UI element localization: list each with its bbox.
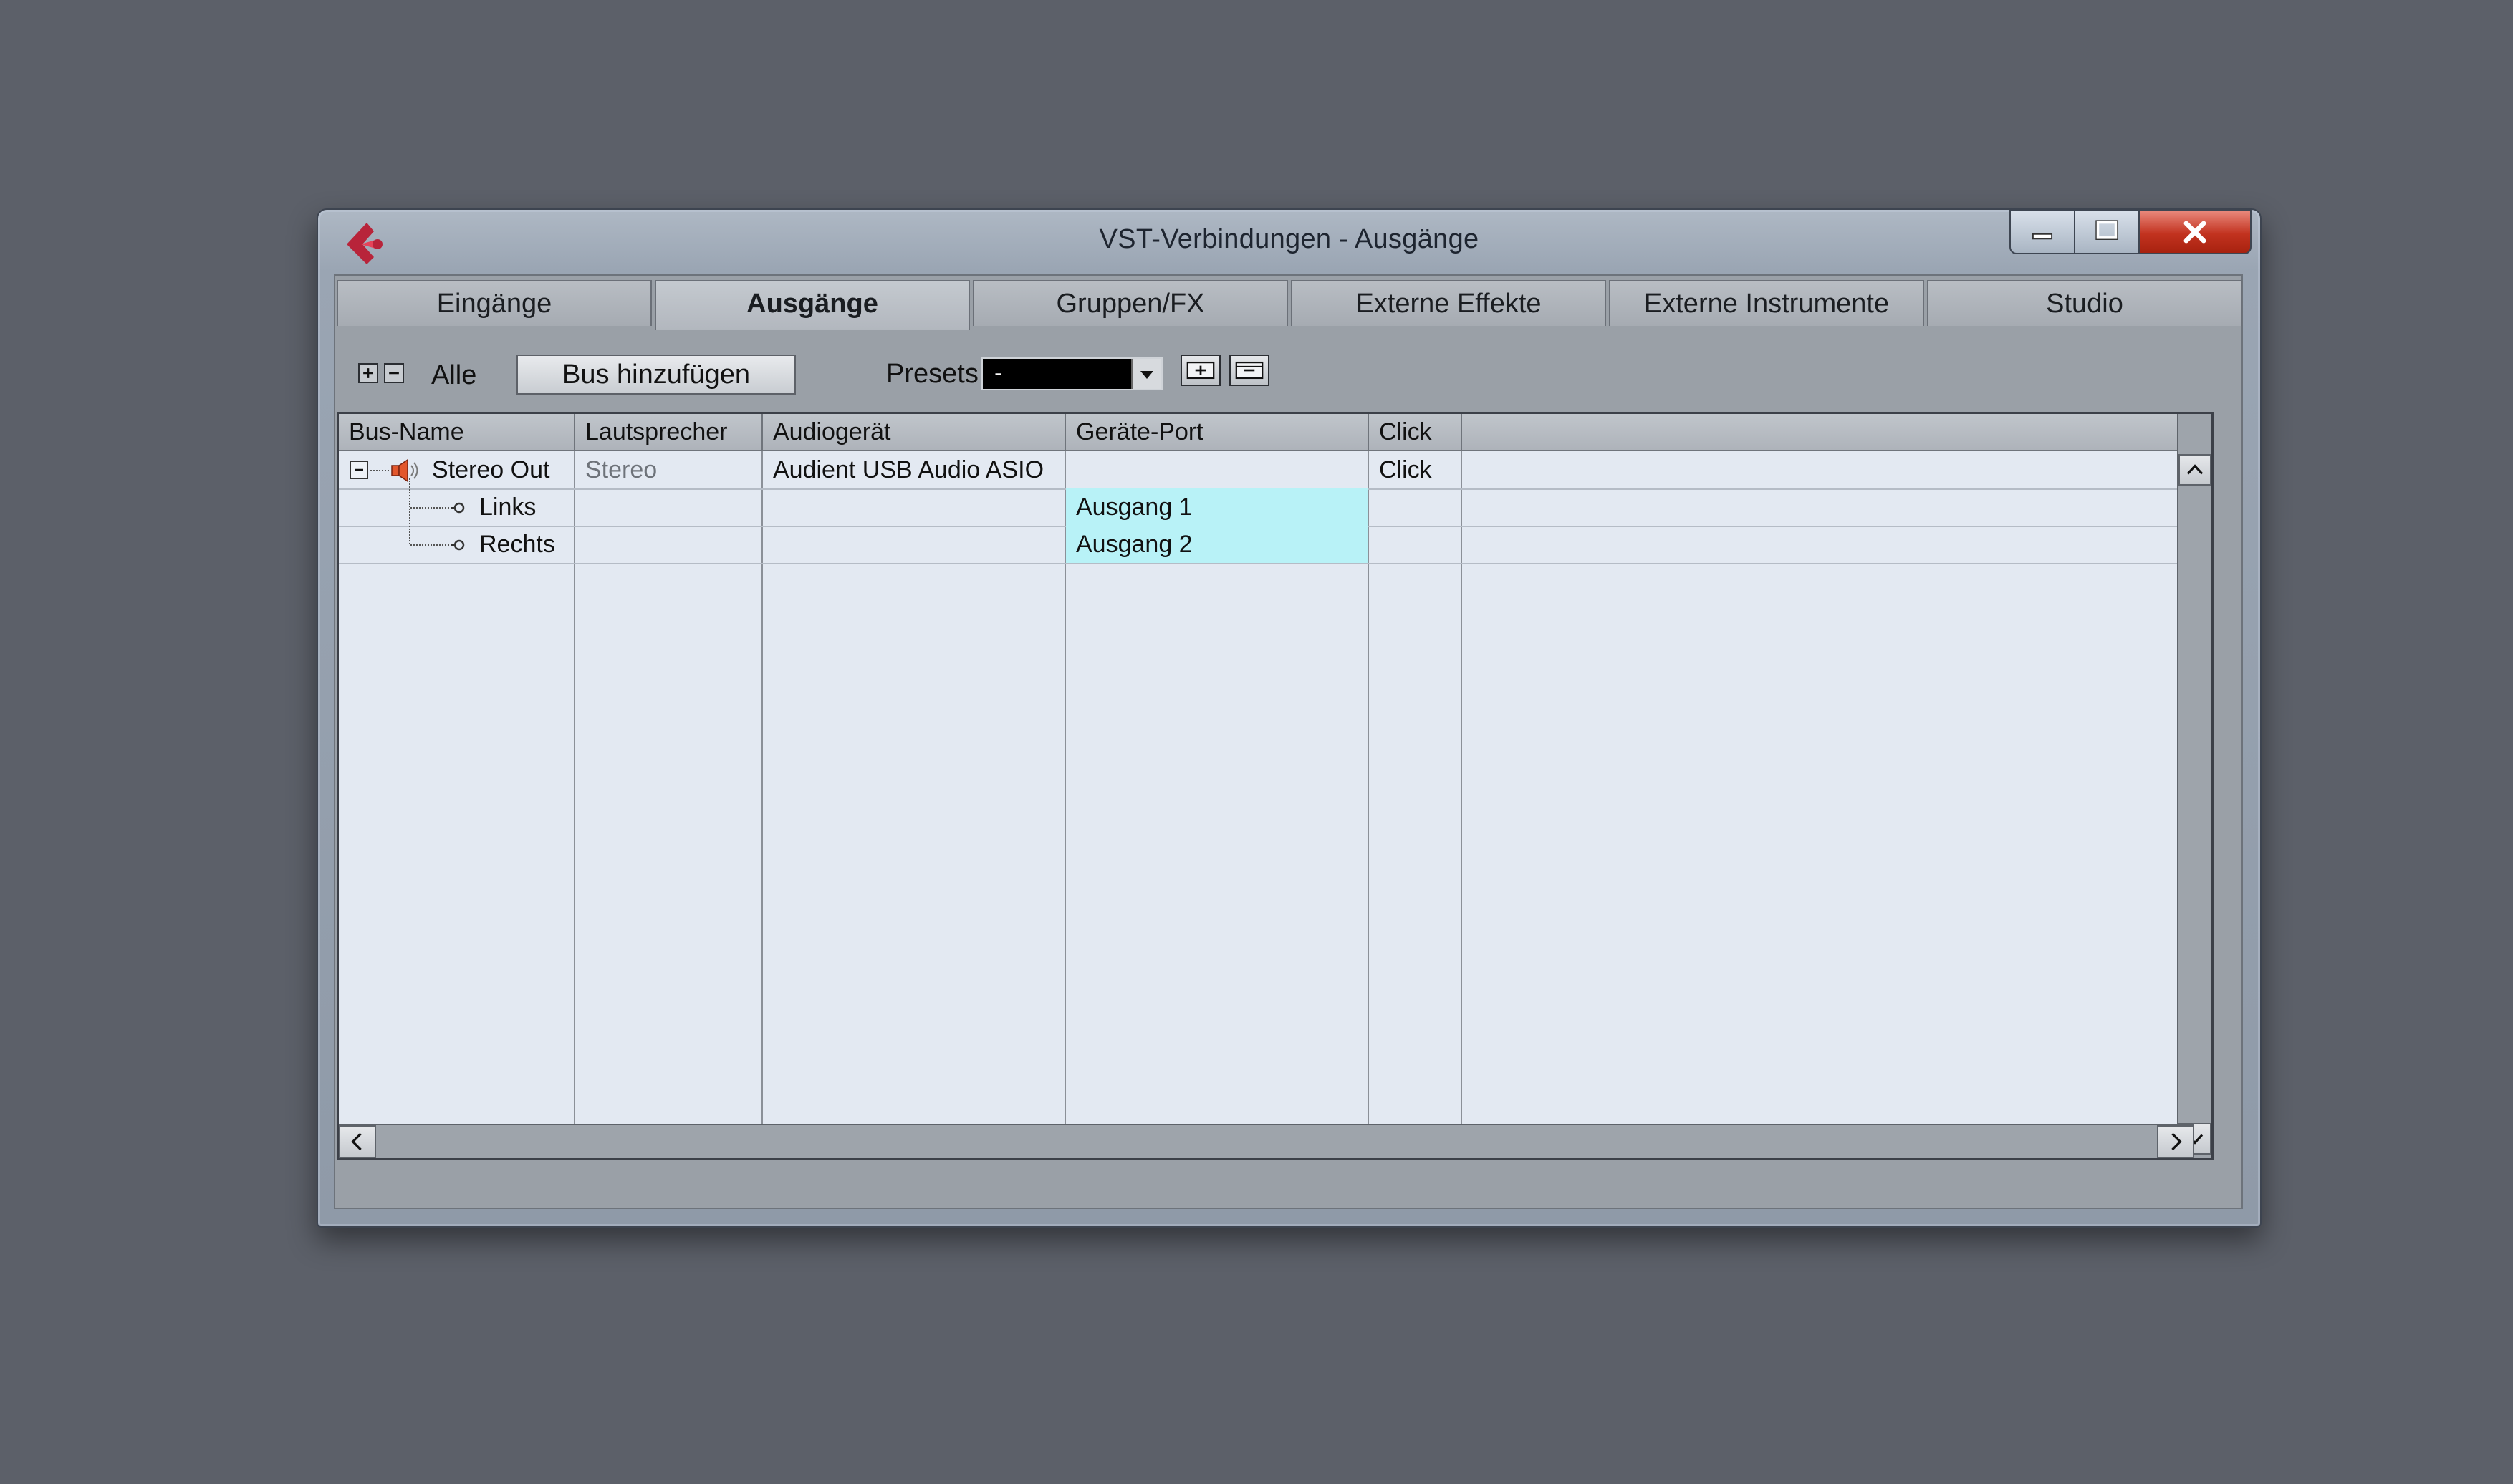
collapse-tree-icon[interactable] (349, 460, 370, 481)
speaker-icon (390, 458, 423, 483)
window-title: VST-Verbindungen - Ausgänge (1099, 224, 1479, 254)
audiogeraet-cell (763, 488, 1065, 526)
bus-name-cell: Rechts (479, 531, 555, 558)
tree-connector (410, 507, 452, 509)
geraete-port-cell[interactable]: Ausgang 2 (1066, 526, 1368, 563)
add-bus-button[interactable]: Bus hinzufügen (516, 355, 796, 395)
store-preset-icon[interactable] (1181, 355, 1221, 386)
channel-node-icon (451, 500, 466, 516)
audiogeraet-cell[interactable]: Audient USB Audio ASIO (763, 451, 1065, 488)
column-header-bus-name[interactable]: Bus-Name (339, 414, 575, 450)
geraete-port-cell[interactable] (1066, 451, 1368, 488)
bus-name-cell: Links (479, 493, 537, 521)
geraete-port-cell[interactable]: Ausgang 1 (1066, 488, 1368, 526)
table-row[interactable]: Stereo Out Stereo Audient USB Audio ASIO… (339, 451, 2194, 490)
remove-preset-icon[interactable] (1229, 355, 1269, 386)
tab-bar: Eingänge Ausgänge Gruppen/FX Externe Eff… (335, 280, 2242, 330)
table-header: Bus-Name Lautsprecher Audiogerät Geräte-… (339, 414, 2194, 451)
presets-label: Presets (886, 359, 979, 389)
minimize-button[interactable] (2009, 210, 2075, 254)
scroll-right-icon[interactable] (2157, 1125, 2194, 1158)
presets-value: - (994, 360, 1003, 387)
tree-connector (409, 478, 412, 507)
tab-ausgaenge[interactable]: Ausgänge (655, 280, 970, 330)
vertical-scrollbar[interactable] (2177, 414, 2211, 1158)
scroll-up-icon[interactable] (2178, 454, 2211, 486)
vst-connections-window: VST-Verbindungen - Ausgänge Eingänge Aus… (317, 208, 2262, 1228)
channel-node-icon (451, 537, 466, 553)
scroll-left-icon[interactable] (339, 1125, 376, 1158)
chevron-down-icon[interactable] (1131, 359, 1161, 389)
click-cell (1369, 526, 1461, 563)
tree-connector (409, 506, 412, 544)
tab-externe-instrumente[interactable]: Externe Instrumente (1609, 280, 1924, 326)
connections-table: Bus-Name Lautsprecher Audiogerät Geräte-… (337, 412, 2214, 1160)
click-cell (1369, 488, 1461, 526)
presets-dropdown[interactable]: - (981, 357, 1163, 390)
tree-connector (410, 544, 452, 546)
click-cell[interactable]: Click (1369, 451, 1461, 488)
lautsprecher-cell[interactable]: Stereo (575, 451, 763, 488)
table-row[interactable]: Rechts Ausgang 2 (339, 506, 2194, 564)
title-bar[interactable]: VST-Verbindungen - Ausgänge (318, 210, 2260, 276)
alle-label: Alle (431, 360, 477, 390)
close-button[interactable] (2138, 210, 2252, 254)
column-header-click[interactable]: Click (1369, 414, 1462, 450)
audiogeraet-cell (763, 526, 1065, 563)
column-header-lautsprecher[interactable]: Lautsprecher (575, 414, 763, 450)
bus-name-cell: Stereo Out (432, 456, 550, 483)
tab-externe-effekte[interactable]: Externe Effekte (1291, 280, 1606, 326)
tab-gruppen-fx[interactable]: Gruppen/FX (973, 280, 1288, 326)
lautsprecher-cell (575, 526, 763, 563)
tab-eingaenge[interactable]: Eingänge (337, 280, 652, 326)
tree-connector (370, 470, 389, 473)
dialog-content: Eingänge Ausgänge Gruppen/FX Externe Eff… (334, 274, 2243, 1209)
table-row[interactable]: Links Ausgang 1 (339, 478, 2194, 527)
toolbar: Alle Bus hinzufügen Presets - (335, 355, 2241, 398)
collapse-all-icon[interactable] (384, 363, 404, 383)
lautsprecher-cell (575, 488, 763, 526)
maximize-button[interactable] (2074, 210, 2140, 254)
tab-studio[interactable]: Studio (1927, 280, 2242, 326)
expand-all-icon[interactable] (358, 363, 378, 383)
horizontal-scrollbar[interactable] (339, 1124, 2194, 1158)
table-body: Stereo Out Stereo Audient USB Audio ASIO… (339, 451, 2194, 1124)
column-header-geraete-port[interactable]: Geräte-Port (1066, 414, 1369, 450)
column-header-audiogeraet[interactable]: Audiogerät (763, 414, 1066, 450)
